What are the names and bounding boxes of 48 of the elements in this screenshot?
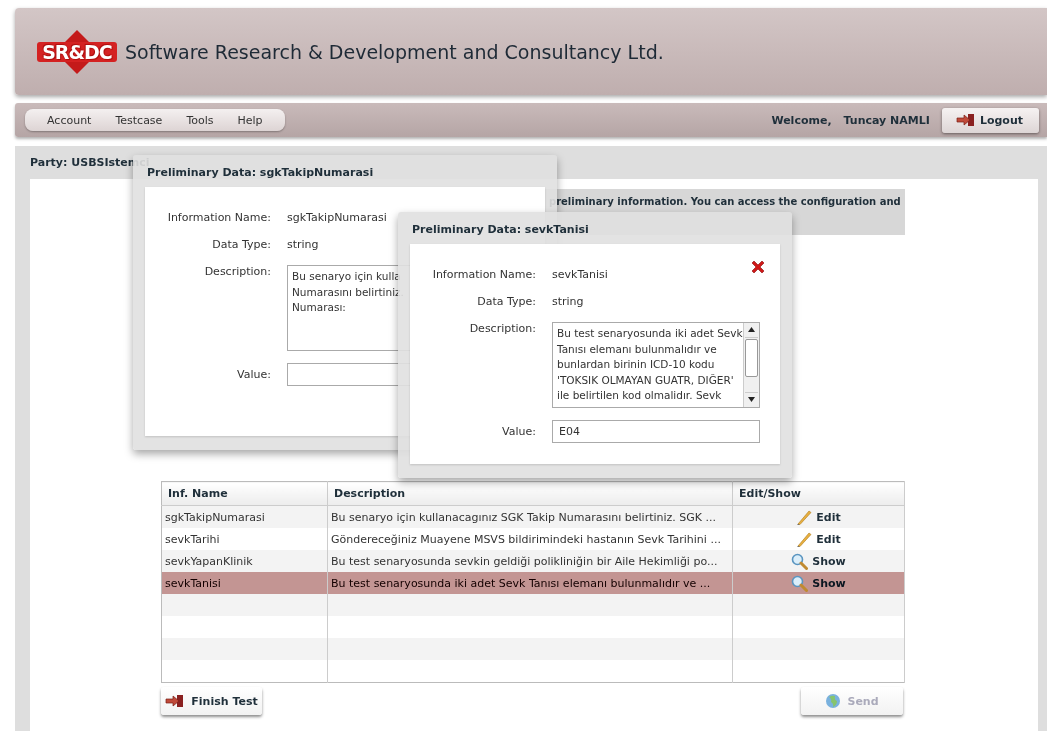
field-label: Description: [468,322,536,337]
dialog-title: Preliminary Data: sgkTakipNumarasi [147,166,374,179]
close-icon[interactable] [750,259,766,275]
column-header: Inf. Name [161,481,328,506]
field-label: Information Name: [166,211,271,225]
edit-link[interactable]: Edit [796,531,841,547]
field-label: Information Name: [431,268,536,282]
menu-item[interactable]: Account [35,109,104,131]
dialog-title: Preliminary Data: sevkTanisi [412,223,589,236]
value-field[interactable]: E04 [552,420,760,443]
exit-icon [165,694,186,708]
menu-item[interactable]: Tools [174,109,226,131]
edit-link[interactable]: Edit [796,509,841,525]
menu-item[interactable]: Testcase [103,109,175,131]
table-cell: Bu senaryo için kullanacagınız SGK Takip Numarasını belirtiniz. SGK ... [331,510,717,524]
field-label: Data Type: [211,238,271,252]
field-value: sevkTanisi [552,268,609,282]
table-cell: sevkTanisi [165,576,221,590]
column-header: Description [327,481,733,506]
column-header: Edit/Show [732,481,905,506]
exit-icon [955,113,976,127]
table-cell: Bu test senaryosunda sevkin geldiği polikliniğin bir Aile Hekimliği po... [331,554,718,568]
field-label: Value: [236,368,271,383]
finish-test-button[interactable]: Finish Test [161,687,262,715]
table-cell: sgkTakipNumarasi [165,510,265,524]
search-icon [791,574,809,592]
logo: SR&DC [37,29,117,74]
search-icon [791,552,809,570]
pencil-icon [796,509,813,525]
field-label: Data Type: [476,295,536,309]
field-value: string [552,295,585,309]
field-value: string [287,238,320,252]
description-field[interactable]: Bu test senaryosunda iki adet Sevk Tanısı elemanı bulunmalıdır ve bunlardan birinin ICD-10 kodu 'TOKSIK OLMAYAN GUATR, DIĞER' ile belirtilen kod olmalidır. Sevk [552,322,760,408]
welcome-text: Welcome, [771,113,832,127]
site-title: Software Research & Development and Consultancy Ltd. [125,40,664,63]
pencil-icon [796,531,813,547]
field-label: Value: [501,425,536,440]
user-name: Tuncay NAMLI [843,113,930,127]
table-cell: Göndereceğiniz Muayene MSVS bildirimindeki hastanın Sevk Tarihini ... [331,532,721,546]
globe-icon [825,693,842,709]
table-cell: sevkYapanKlinik [165,554,253,568]
field-value: sgkTakipNumarasi [287,211,388,225]
menu-item[interactable]: Help [225,109,275,131]
logout-button[interactable]: Logout [941,107,1039,133]
field-label: Description: [203,265,271,280]
table-cell: Bu test senaryosunda iki adet Sevk Tanısı elemanı bulunmalıdır ve ... [331,576,711,590]
scrollbar-thumb[interactable] [745,339,758,377]
table-cell: sevkTarihi [165,532,220,546]
